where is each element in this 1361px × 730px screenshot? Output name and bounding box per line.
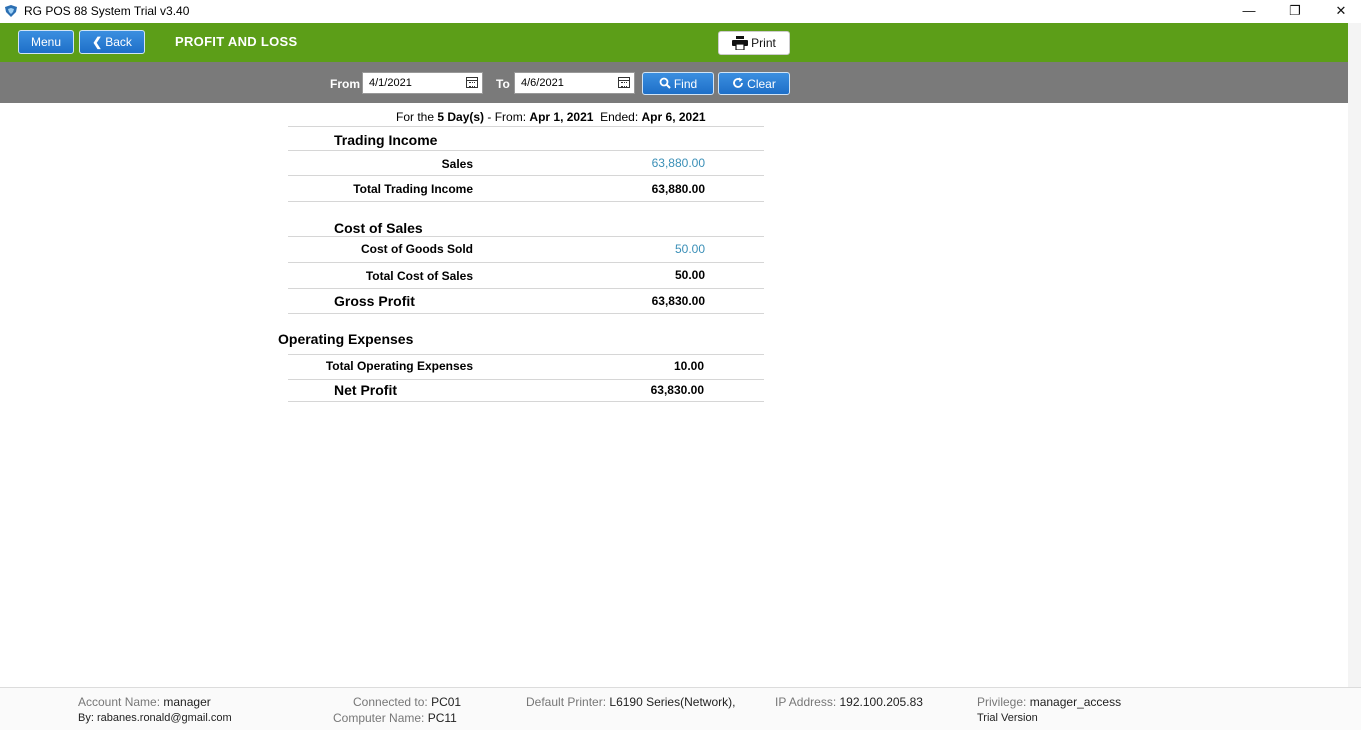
net-profit-label: Net Profit xyxy=(334,382,397,398)
to-label: To xyxy=(496,77,510,91)
divider xyxy=(288,262,764,263)
find-button[interactable]: Find xyxy=(642,72,714,95)
window-title: RG POS 88 System Trial v3.40 xyxy=(24,4,190,18)
close-button[interactable]: ✕ xyxy=(1318,0,1361,23)
divider xyxy=(288,288,764,289)
computer-name-label: Computer Name: xyxy=(333,711,425,725)
calendar-icon[interactable] xyxy=(618,77,630,88)
period-end-date: Apr 6, 2021 xyxy=(641,110,706,124)
divider xyxy=(288,201,764,202)
account-name-value: manager xyxy=(163,695,211,709)
author-field: By: rabanes.ronald@gmail.com xyxy=(78,712,232,724)
printer-icon xyxy=(732,36,749,51)
account-name-field: Account Name: manager xyxy=(78,695,211,709)
cogs-label: Cost of Goods Sold xyxy=(361,242,473,256)
vertical-scrollbar[interactable] xyxy=(1348,23,1361,687)
default-printer-label: Default Printer: xyxy=(526,695,607,709)
default-printer-field: Default Printer: L6190 Series(Network), xyxy=(526,695,735,709)
divider xyxy=(288,354,764,355)
menu-button[interactable]: Menu xyxy=(18,30,74,54)
period-days: 5 Day(s) xyxy=(437,110,485,124)
net-profit-amount: 63,830.00 xyxy=(650,383,704,397)
sales-amount-link[interactable]: 63,880.00 xyxy=(585,156,705,170)
total-cost-of-sales-label: Total Cost of Sales xyxy=(365,269,473,283)
from-label: From xyxy=(330,77,360,91)
trading-income-heading: Trading Income xyxy=(334,132,438,148)
to-date-input[interactable]: 4/6/2021 xyxy=(514,72,635,94)
computer-name-field: Computer Name: PC11 xyxy=(333,711,457,725)
divider xyxy=(288,313,764,314)
back-button-label: Back xyxy=(105,35,132,49)
minimize-button[interactable]: — xyxy=(1226,0,1272,23)
cogs-amount-link[interactable]: 50.00 xyxy=(585,242,705,256)
clear-button[interactable]: Clear xyxy=(718,72,790,95)
page-title: PROFIT AND LOSS xyxy=(175,34,298,49)
connected-to-label: Connected to: xyxy=(353,695,428,709)
from-date-value: 4/1/2021 xyxy=(369,77,412,89)
ip-address-value: 192.100.205.83 xyxy=(839,695,923,709)
divider xyxy=(288,401,764,402)
divider xyxy=(288,150,764,151)
clear-button-label: Clear xyxy=(747,77,776,91)
ip-address-field: IP Address: 192.100.205.83 xyxy=(775,695,923,709)
default-printer-value: L6190 Series(Network), xyxy=(609,695,736,709)
print-button[interactable]: Print xyxy=(718,31,790,55)
date-filter-bar: From 4/1/2021 To 4/6/2021 Find Clear xyxy=(0,62,1348,103)
operating-expenses-heading: Operating Expenses xyxy=(278,331,414,347)
refresh-icon xyxy=(733,77,744,88)
total-operating-expenses-label: Total Operating Expenses xyxy=(325,359,473,373)
gross-profit-label: Gross Profit xyxy=(334,293,415,309)
report-period: For the 5 Day(s) - From: Apr 1, 2021 End… xyxy=(396,110,706,124)
version-badge: Trial Version xyxy=(977,712,1038,724)
ip-address-label: IP Address: xyxy=(775,695,837,709)
from-date-input[interactable]: 4/1/2021 xyxy=(362,72,483,94)
page-header: Menu ❮ Back PROFIT AND LOSS Print xyxy=(0,23,1348,62)
maximize-button[interactable]: ❐ xyxy=(1272,0,1318,23)
account-name-label: Account Name: xyxy=(78,695,161,709)
gross-profit-amount: 63,830.00 xyxy=(651,294,705,308)
privilege-field: Privilege: manager_access xyxy=(977,695,1121,709)
period-prefix: For the xyxy=(396,110,435,124)
divider xyxy=(288,379,764,380)
total-trading-income-label: Total Trading Income xyxy=(353,182,473,196)
computer-name-value: PC11 xyxy=(427,711,457,725)
profit-loss-report: For the 5 Day(s) - From: Apr 1, 2021 End… xyxy=(0,103,1348,687)
connected-to-field: Connected to: PC01 xyxy=(353,695,461,709)
connected-to-value: PC01 xyxy=(431,695,462,709)
total-operating-expenses-amount: 10.00 xyxy=(673,359,704,373)
to-date-value: 4/6/2021 xyxy=(521,77,564,89)
period-from-label: - From: xyxy=(487,110,527,124)
period-from-date: Apr 1, 2021 xyxy=(529,110,594,124)
calendar-icon[interactable] xyxy=(466,77,478,88)
period-end-label: Ended: xyxy=(600,110,639,124)
author-label: By: xyxy=(78,712,94,724)
window-titlebar: RG POS 88 System Trial v3.40 — ❐ ✕ xyxy=(0,0,1361,23)
menu-button-label: Menu xyxy=(30,35,62,49)
app-logo-icon xyxy=(5,5,17,17)
divider xyxy=(288,126,764,127)
find-button-label: Find xyxy=(673,77,698,91)
divider xyxy=(288,175,764,176)
cost-of-sales-heading: Cost of Sales xyxy=(334,220,423,236)
privilege-value: manager_access xyxy=(1029,695,1122,709)
sales-label: Sales xyxy=(441,157,473,171)
divider xyxy=(288,236,764,237)
search-icon xyxy=(659,77,671,89)
status-bar: Account Name: manager By: rabanes.ronald… xyxy=(0,687,1361,730)
total-trading-income-amount: 63,880.00 xyxy=(651,182,705,196)
author-email: rabanes.ronald@gmail.com xyxy=(96,712,232,724)
back-button[interactable]: ❮ Back xyxy=(79,30,145,54)
chevron-left-icon: ❮ xyxy=(92,35,103,49)
print-button-label: Print xyxy=(751,36,776,50)
total-cost-of-sales-amount: 50.00 xyxy=(674,268,705,282)
privilege-label: Privilege: xyxy=(977,695,1027,709)
